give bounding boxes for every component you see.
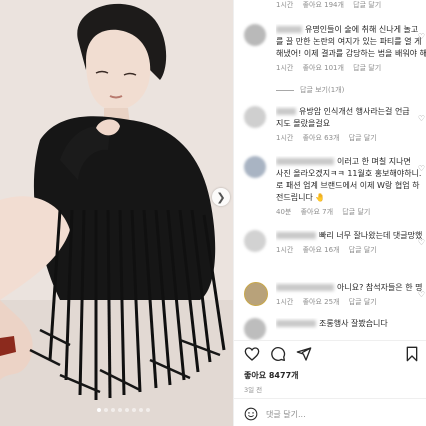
post-photo[interactable]: ❯ (0, 0, 233, 426)
view-replies-button[interactable]: 답글 보기(1개) (276, 85, 344, 95)
carousel-dot (139, 408, 143, 412)
comment-text: 이러고 한 며칠 지나면 (337, 157, 411, 166)
comment-likes[interactable]: 좋아요 7개 (301, 208, 333, 216)
comment-item: 빠리 너무 잘나왔는데 댓글망했 1시간 좋아요 16개 답글 달기 (244, 230, 426, 264)
reply-button[interactable]: 답글 달기 (349, 134, 377, 142)
carousel-next-button[interactable]: ❯ (212, 188, 230, 206)
username-redacted[interactable] (276, 284, 334, 291)
comment-time: 1시간 (276, 134, 294, 142)
emoji-icon[interactable] (244, 407, 258, 421)
comment-meta: 1시간 좋아요 63개 답글 달기 (276, 133, 426, 143)
comment-meta: 1시간 좋아요 101개 답글 달기 (276, 63, 426, 73)
carousel-dots (97, 408, 150, 412)
comment-item: 유명인들이 술에 취해 신나게 놀고 를 끌 만한 논란의 여지가 있는 파티를… (244, 24, 426, 76)
comment-text: 로 패션 업계 브랜드에서 이제 W랑 협업 하 (276, 181, 420, 190)
bookmark-icon[interactable] (404, 346, 420, 362)
comment-time: 1시간 (276, 246, 294, 254)
comment-likes[interactable]: 좋아요 25개 (303, 298, 340, 306)
divider (234, 398, 426, 399)
avatar[interactable] (244, 318, 266, 340)
carousel-dot (125, 408, 129, 412)
comment-text: 해냈어! 이제 결과를 감당하는 법을 배워야 해 (276, 49, 426, 58)
comment-text: 지도 몰랐을걸요 (276, 119, 331, 128)
carousel-dot (104, 408, 108, 412)
comment-time: 1시간 (276, 1, 294, 9)
reply-button[interactable]: 답글 달기 (349, 246, 377, 254)
comment-text: 조롱행사 잘봤습니다 (319, 319, 388, 328)
instagram-post: ❯ 1시간 좋아요 194개 답글 달기 유명인들이 술에 취해 신나게 놀고 … (0, 0, 426, 426)
comments-panel: 1시간 좋아요 194개 답글 달기 유명인들이 술에 취해 신나게 놀고 를 … (233, 0, 426, 426)
post-action-bar (244, 346, 420, 364)
comment-likes[interactable]: 좋아요 194개 (303, 1, 344, 9)
share-icon[interactable] (296, 346, 312, 362)
comment-text: 빠리 너무 잘나왔는데 댓글망했 (319, 231, 423, 240)
comment-body: 조롱행사 잘봤습니다 (276, 318, 426, 330)
avatar[interactable] (244, 24, 266, 46)
comment-time: 1시간 (276, 64, 294, 72)
comment-item: 조롱행사 잘봤습니다 (244, 318, 426, 340)
comment-likes[interactable]: 좋아요 16개 (303, 246, 340, 254)
carousel-dot (111, 408, 115, 412)
carousel-dot (132, 408, 136, 412)
comment-meta: 1시간 좋아요 194개 답글 달기 (244, 0, 426, 10)
reply-button[interactable]: 답글 달기 (353, 64, 381, 72)
avatar[interactable] (244, 282, 268, 306)
chevron-right-icon: ❯ (216, 190, 226, 204)
view-replies-label: 답글 보기(1개) (300, 86, 345, 94)
comment-item: 이러고 한 며칠 지나면 사진 올라오겠지ㅋㅋ 11월호 홍보해야하니. 로 패… (244, 156, 426, 218)
comment-meta: 1시간 좋아요 16개 답글 달기 (276, 245, 426, 255)
comment-text: 유방암 인식개선 행사라는걸 언급 (299, 107, 410, 116)
comment-like-heart-icon[interactable]: ♡ (418, 114, 425, 123)
comment-item: 유방암 인식개선 행사라는걸 언급 지도 몰랐을걸요 1시간 좋아요 63개 답… (244, 106, 426, 146)
comment-body: 유명인들이 술에 취해 신나게 놀고 를 끌 만한 논란의 여지가 있는 파티를… (276, 24, 426, 73)
username-redacted[interactable] (276, 320, 316, 327)
divider (234, 340, 426, 341)
avatar[interactable] (244, 156, 266, 178)
avatar[interactable] (244, 106, 266, 128)
username-redacted[interactable] (276, 108, 296, 115)
post-like-count[interactable]: 좋아요 8477개 (244, 370, 299, 381)
avatar[interactable] (244, 230, 266, 252)
comment-time: 1시간 (276, 298, 294, 306)
comment-meta: 1시간 좋아요 25개 답글 달기 (276, 297, 426, 307)
carousel-dot (146, 408, 150, 412)
post-date: 3일 전 (244, 386, 263, 394)
comment-meta: 40분 좋아요 7개 답글 달기 (276, 207, 426, 217)
replies-divider (276, 89, 294, 91)
comment-like-heart-icon[interactable]: ♡ (418, 32, 425, 41)
comment-time: 40분 (276, 208, 292, 216)
username-redacted[interactable] (276, 232, 316, 239)
comment-text: 유명인들이 술에 취해 신나게 놀고 (305, 25, 419, 34)
comment-text: 사진 올라오겠지ㅋㅋ 11월호 홍보해야하니. (276, 169, 422, 178)
comment-likes[interactable]: 좋아요 101개 (303, 64, 344, 72)
username-redacted[interactable] (276, 26, 302, 33)
reply-button[interactable]: 답글 달기 (342, 208, 370, 216)
comment-like-heart-icon[interactable]: ♡ (418, 164, 425, 173)
add-comment-bar: 댓글 달기... (244, 406, 424, 422)
comment-body: 아니요? 참석자들은 한 명 1시간 좋아요 25개 답글 달기 (276, 282, 426, 307)
carousel-dot (118, 408, 122, 412)
username-redacted[interactable] (276, 158, 334, 165)
comment-like-heart-icon[interactable]: ♡ (418, 238, 425, 247)
comment-text: 를 끌 만한 논란의 여지가 있는 파티를 열 게 (276, 37, 422, 46)
comment-icon[interactable] (270, 346, 286, 362)
comment-text: 아니요? 참석자들은 한 명 (337, 283, 423, 292)
comment-item: 1시간 좋아요 194개 답글 달기 (244, 0, 426, 10)
reply-button[interactable]: 답글 달기 (353, 1, 381, 9)
comment-body: 유방암 인식개선 행사라는걸 언급 지도 몰랐을걸요 1시간 좋아요 63개 답… (276, 106, 426, 143)
carousel-dot (97, 408, 101, 412)
reply-button[interactable]: 답글 달기 (349, 298, 377, 306)
comment-body: 이러고 한 며칠 지나면 사진 올라오겠지ㅋㅋ 11월호 홍보해야하니. 로 패… (276, 156, 426, 217)
heart-icon[interactable] (244, 346, 260, 362)
comment-text: 전드립니다 🤚 (276, 193, 326, 202)
comment-like-heart-icon[interactable]: ♡ (418, 290, 425, 299)
comment-likes[interactable]: 좋아요 63개 (303, 134, 340, 142)
comment-body: 빠리 너무 잘나왔는데 댓글망했 1시간 좋아요 16개 답글 달기 (276, 230, 426, 255)
model-photo-illustration (0, 0, 233, 426)
add-comment-input[interactable]: 댓글 달기... (266, 409, 306, 420)
comment-item: 아니요? 참석자들은 한 명 1시간 좋아요 25개 답글 달기 (244, 282, 426, 316)
